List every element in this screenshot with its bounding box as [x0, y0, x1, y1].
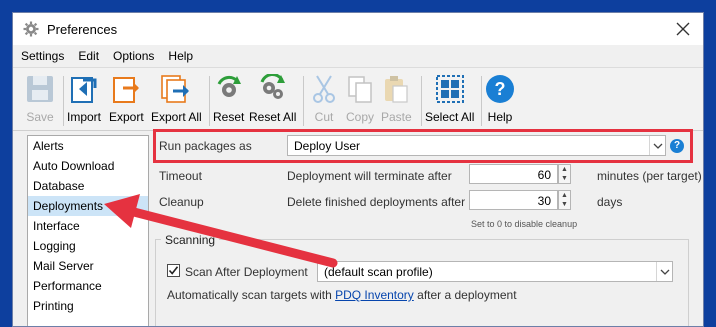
- cleanup-hint: Set to 0 to disable cleanup: [471, 219, 578, 229]
- sidebar-item-alerts[interactable]: Alerts: [28, 136, 148, 156]
- scan-profile-dropdown[interactable]: (default scan profile): [317, 261, 673, 282]
- toolbar-separator: [63, 76, 64, 126]
- export-icon: [113, 77, 140, 103]
- cleanup-text: Delete finished deployments after: [287, 195, 466, 209]
- scan-after-deployment-checkbox[interactable]: [167, 264, 180, 277]
- cut-icon: [313, 75, 335, 103]
- sidebar-item-deployments[interactable]: Deployments: [28, 196, 148, 216]
- import-button[interactable]: Import: [67, 72, 101, 128]
- run-as-label: Run packages as: [159, 139, 252, 153]
- sidebar-item-auto-download[interactable]: Auto Download: [28, 156, 148, 176]
- spin-up-icon[interactable]: ▲: [559, 165, 570, 174]
- toolbar: Save Import Export Export All Reset Rese…: [13, 67, 703, 131]
- help-icon: ?: [486, 75, 514, 103]
- save-button[interactable]: Save: [25, 72, 55, 128]
- timeout-input[interactable]: 60: [469, 164, 558, 184]
- sidebar-item-interface[interactable]: Interface: [28, 216, 148, 236]
- reset-button[interactable]: Reset: [213, 72, 244, 128]
- menu-edit[interactable]: Edit: [70, 45, 105, 67]
- cleanup-spinner[interactable]: ▲ ▼: [558, 190, 571, 210]
- reset-all-button[interactable]: Reset All: [249, 72, 296, 128]
- menu-options[interactable]: Options: [105, 45, 160, 67]
- close-icon[interactable]: [673, 19, 693, 39]
- sidebar-list: Alerts Auto Download Database Deployment…: [27, 135, 149, 326]
- menu-help[interactable]: Help: [160, 45, 199, 67]
- help-button[interactable]: ? Help: [485, 72, 515, 128]
- help-circle-icon[interactable]: ?: [670, 139, 684, 153]
- select-all-button[interactable]: Select All: [425, 72, 474, 128]
- scan-description: Automatically scan targets with PDQ Inve…: [167, 288, 517, 302]
- export-all-button[interactable]: Export All: [151, 72, 202, 128]
- sidebar-item-mail-server[interactable]: Mail Server: [28, 256, 148, 276]
- copy-button[interactable]: Copy: [345, 72, 375, 128]
- spin-down-icon[interactable]: ▼: [559, 200, 570, 209]
- export-all-icon: [161, 75, 190, 103]
- reset-icon: [217, 75, 241, 97]
- sidebar-item-database[interactable]: Database: [28, 176, 148, 196]
- preferences-window: Preferences Settings Edit Options Help S…: [12, 12, 704, 327]
- import-icon: [71, 77, 97, 103]
- run-as-value: Deploy User: [294, 139, 361, 153]
- export-button[interactable]: Export: [109, 72, 144, 128]
- cleanup-unit: days: [597, 195, 623, 209]
- chevron-down-icon: [649, 136, 665, 155]
- cut-button[interactable]: Cut: [309, 72, 339, 128]
- paste-icon: [385, 76, 408, 103]
- menu-bar: Settings Edit Options Help: [13, 45, 703, 67]
- cleanup-label: Cleanup: [159, 195, 204, 209]
- scanning-group: [155, 239, 689, 326]
- scan-profile-value: (default scan profile): [324, 265, 433, 279]
- scanning-group-title: Scanning: [161, 233, 220, 247]
- checkmark-icon: [168, 266, 179, 275]
- window-title: Preferences: [47, 22, 118, 37]
- paste-button[interactable]: Paste: [381, 72, 412, 128]
- copy-icon: [348, 76, 372, 103]
- select-all-icon: [435, 75, 464, 103]
- toolbar-separator: [481, 76, 482, 126]
- timeout-label: Timeout: [159, 169, 202, 183]
- run-as-dropdown[interactable]: Deploy User: [287, 135, 666, 156]
- svg-text:?: ?: [495, 79, 506, 99]
- sidebar-item-printing[interactable]: Printing: [28, 296, 148, 316]
- spin-down-icon[interactable]: ▼: [559, 174, 570, 183]
- toolbar-separator: [209, 76, 210, 126]
- timeout-text: Deployment will terminate after: [287, 169, 452, 183]
- spin-up-icon[interactable]: ▲: [559, 191, 570, 200]
- scan-after-deployment-label: Scan After Deployment: [185, 265, 308, 279]
- sidebar-item-logging[interactable]: Logging: [28, 236, 148, 256]
- gear-icon: [23, 21, 39, 37]
- save-icon: [27, 76, 53, 102]
- pdq-inventory-link[interactable]: PDQ Inventory: [335, 288, 414, 302]
- timeout-spinner[interactable]: ▲ ▼: [558, 164, 571, 184]
- title-bar: Preferences: [13, 13, 703, 45]
- sidebar-item-performance[interactable]: Performance: [28, 276, 148, 296]
- cleanup-input[interactable]: 30: [469, 190, 558, 210]
- timeout-unit: minutes (per target): [597, 169, 702, 183]
- chevron-down-icon: [656, 262, 672, 281]
- toolbar-separator: [303, 76, 304, 126]
- menu-settings[interactable]: Settings: [13, 45, 70, 67]
- reset-all-icon: [260, 74, 285, 99]
- toolbar-separator: [421, 76, 422, 126]
